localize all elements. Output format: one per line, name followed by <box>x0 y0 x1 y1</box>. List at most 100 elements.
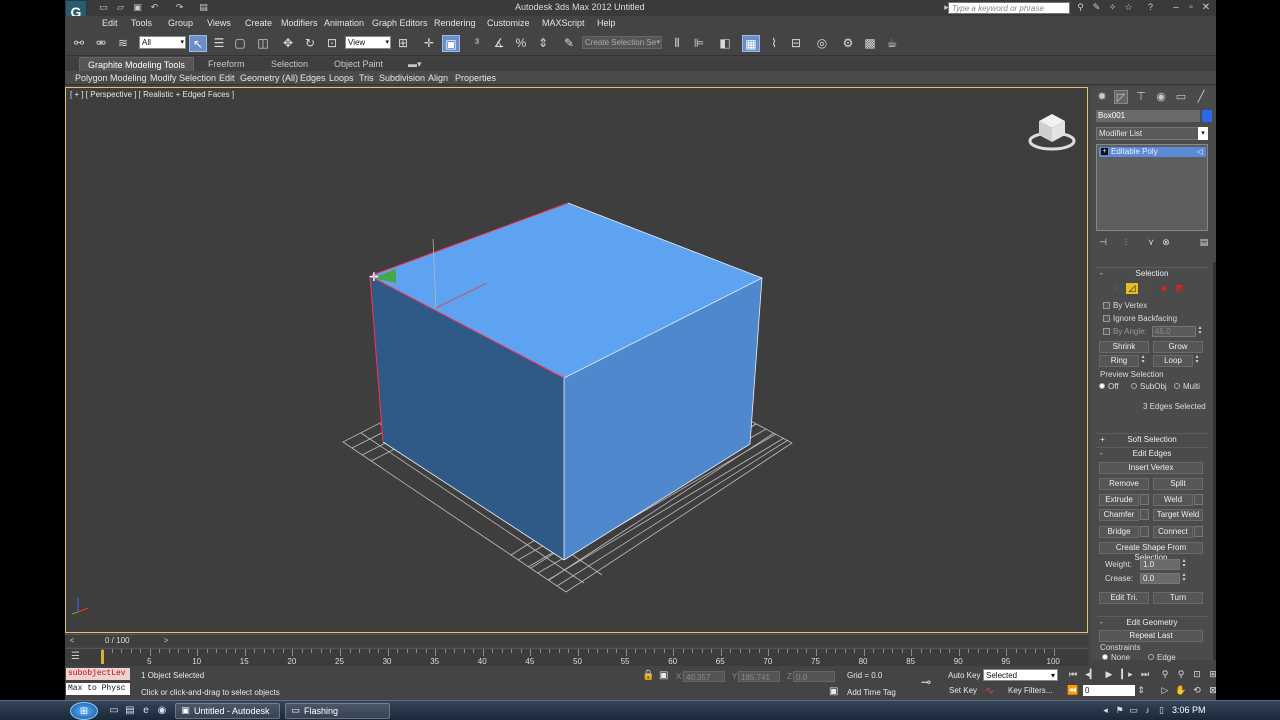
pivot-center-icon[interactable]: ⊞ <box>394 35 412 52</box>
new-icon[interactable]: ▭ <box>98 2 109 13</box>
shrink-button[interactable]: Shrink <box>1099 341 1149 353</box>
open-icon[interactable]: ▱ <box>115 2 126 13</box>
make-unique-icon[interactable]: ⋎ <box>1145 237 1157 248</box>
tray-power-icon[interactable]: ▯ <box>1156 705 1167 716</box>
remove-modifier-icon[interactable]: ⊗ <box>1160 237 1172 248</box>
bridge-button[interactable]: Bridge <box>1099 526 1139 538</box>
weight-spinner[interactable]: 1.0 <box>1140 559 1180 570</box>
repeat-last-button[interactable]: Repeat Last <box>1099 630 1203 642</box>
panel-geometry-all[interactable]: Geometry (All) <box>240 73 298 83</box>
panel-tris[interactable]: Tris <box>359 73 374 83</box>
selection-rollout-header[interactable]: - Selection <box>1096 267 1208 278</box>
set-key-icon[interactable]: ∿ <box>985 684 994 697</box>
auto-key-button[interactable]: Auto Key <box>948 671 980 680</box>
zoom-extents-all-icon[interactable]: ⊞ <box>1207 669 1219 680</box>
insert-vertex-button[interactable]: Insert Vertex <box>1099 462 1203 474</box>
absolute-mode-icon[interactable]: ▣ <box>659 670 668 681</box>
subscription-icon[interactable]: ✎ <box>1091 2 1102 13</box>
key-mode-toggle-icon[interactable]: ⏪ <box>1067 685 1079 696</box>
polygon-mode-icon[interactable]: ■ <box>1158 283 1170 294</box>
close-icon[interactable]: ✕ <box>1199 1 1213 14</box>
utilities-tab-icon[interactable]: ╱ <box>1194 90 1208 104</box>
field-of-view-icon[interactable]: ▷ <box>1159 685 1171 696</box>
curve-editor-icon[interactable]: ⌇ <box>765 35 783 52</box>
window-crossing-icon[interactable]: ◫ <box>254 35 272 52</box>
browser-icon[interactable]: e <box>140 705 152 717</box>
explorer-icon[interactable]: ▤ <box>124 705 136 717</box>
reference-coordinate-select[interactable]: View ▾ <box>345 36 391 49</box>
chamfer-button[interactable]: Chamfer <box>1099 509 1139 521</box>
light-bulb-icon[interactable]: ◁ <box>1197 147 1203 157</box>
schematic-view-icon[interactable]: ⊟ <box>787 35 805 52</box>
favorites-icon[interactable]: ☆ <box>1123 2 1134 13</box>
time-slider-prev-icon[interactable]: < <box>66 636 78 646</box>
time-slider[interactable]: < 0 / 100 > <box>65 634 1088 646</box>
taskbar-flashing[interactable]: ▭ Flashing <box>285 703 390 719</box>
edit-named-selection-icon[interactable]: ✎ <box>560 35 578 52</box>
loop-button[interactable]: Loop <box>1153 355 1193 367</box>
set-key-button[interactable]: Set Key <box>949 686 977 695</box>
angle-spinner-arrows[interactable]: ▴ ▾ <box>1197 325 1203 337</box>
time-slider-next-icon[interactable]: > <box>160 636 172 646</box>
snaps-toggle-icon[interactable]: ³ <box>468 35 486 52</box>
communication-icon[interactable]: ✧ <box>1107 2 1118 13</box>
constraint-edge-radio[interactable] <box>1148 654 1154 660</box>
weld-button[interactable]: Weld <box>1153 494 1193 506</box>
menu-animation[interactable]: Animation <box>324 18 364 28</box>
target-weld-button[interactable]: Target Weld <box>1153 509 1203 521</box>
motion-tab-icon[interactable]: ◉ <box>1154 90 1168 104</box>
menu-graph-editors[interactable]: Graph Editors <box>372 18 428 28</box>
panel-properties[interactable]: Properties <box>455 73 496 83</box>
pin-stack-icon[interactable]: ⊣ <box>1097 237 1109 248</box>
create-shape-button[interactable]: Create Shape From Selection <box>1099 542 1203 562</box>
material-editor-icon[interactable]: ◎ <box>813 35 831 52</box>
connect-settings-button[interactable] <box>1194 526 1203 537</box>
graphite-toggle-icon[interactable]: ▦ <box>742 35 760 52</box>
ribbon-options-icon[interactable]: ▬▾ <box>408 59 422 70</box>
split-button[interactable]: Split <box>1153 478 1203 490</box>
panel-edit[interactable]: Edit <box>219 73 235 83</box>
zoom-extents-icon[interactable]: ⊡ <box>1191 669 1203 680</box>
tray-flag-icon[interactable]: ⚑ <box>1114 705 1125 716</box>
y-coordinate-field[interactable]: 185.741 <box>738 671 780 682</box>
key-mode-select[interactable]: Selected ▾ <box>983 669 1058 681</box>
selection-lock-icon[interactable]: 🔒 <box>642 670 654 681</box>
chamfer-settings-button[interactable] <box>1140 509 1149 520</box>
track-bar[interactable]: ☰ 5 10 15 20 25 30 35 40 45 50 55 60 65 70 75 80 85 90 95 1… <box>65 648 1088 666</box>
edit-tri-button[interactable]: Edit Tri. <box>1099 592 1149 604</box>
bridge-settings-button[interactable] <box>1140 526 1149 537</box>
weight-spinner-arrows[interactable]: ▴ ▾ <box>1181 558 1187 570</box>
panel-edges[interactable]: Edges <box>300 73 326 83</box>
start-button[interactable]: ⊞ <box>70 702 98 720</box>
menu-tools[interactable]: Tools <box>131 18 152 28</box>
save-icon[interactable]: ▣ <box>132 2 143 13</box>
spinner-snap-icon[interactable]: ⇕ <box>534 35 552 52</box>
current-frame-field[interactable]: 0 <box>1083 685 1135 696</box>
display-tab-icon[interactable]: ▭ <box>1174 90 1188 104</box>
modifier-list-arrow-icon[interactable]: ▾ <box>1198 127 1208 140</box>
panel-align[interactable]: Align <box>428 73 448 83</box>
configure-sets-icon[interactable]: ▤ <box>1198 237 1210 248</box>
time-slider-handle[interactable] <box>101 650 104 664</box>
menu-modifiers[interactable]: Modifiers <box>281 18 318 28</box>
tray-monitor-icon[interactable]: ▭ <box>1128 705 1139 716</box>
unlink-icon[interactable]: ⚮ <box>92 35 110 52</box>
vertex-mode-icon[interactable]: ⁘ <box>1110 283 1122 294</box>
remove-button[interactable]: Remove <box>1099 478 1149 490</box>
select-by-name-icon[interactable]: ☰ <box>210 35 228 52</box>
z-coordinate-field[interactable]: 0.0 <box>793 671 835 682</box>
zoom-icon[interactable]: ⚲ <box>1159 669 1171 680</box>
next-frame-icon[interactable]: ▎▸ <box>1121 669 1133 680</box>
time-tag-icon[interactable]: ▣ <box>829 686 838 697</box>
x-coordinate-field[interactable]: 40.357 <box>683 671 725 682</box>
key-filters-button[interactable]: Key Filters... <box>1008 686 1052 695</box>
edit-edges-rollout-header[interactable]: - Edit Edges <box>1096 447 1208 458</box>
stack-item-editable-poly[interactable]: + Editable Poly ◁ <box>1099 147 1206 157</box>
select-and-scale-icon[interactable]: ⊡ <box>323 35 341 52</box>
align-icon[interactable]: ⊫ <box>690 35 708 52</box>
preview-multi-radio[interactable] <box>1174 383 1180 389</box>
previous-frame-icon[interactable]: ◂▎ <box>1085 669 1097 680</box>
mini-curve-editor-icon[interactable]: ☰ <box>71 651 80 662</box>
tab-object-paint[interactable]: Object Paint <box>334 59 383 69</box>
extrude-button[interactable]: Extrude <box>1099 494 1139 506</box>
